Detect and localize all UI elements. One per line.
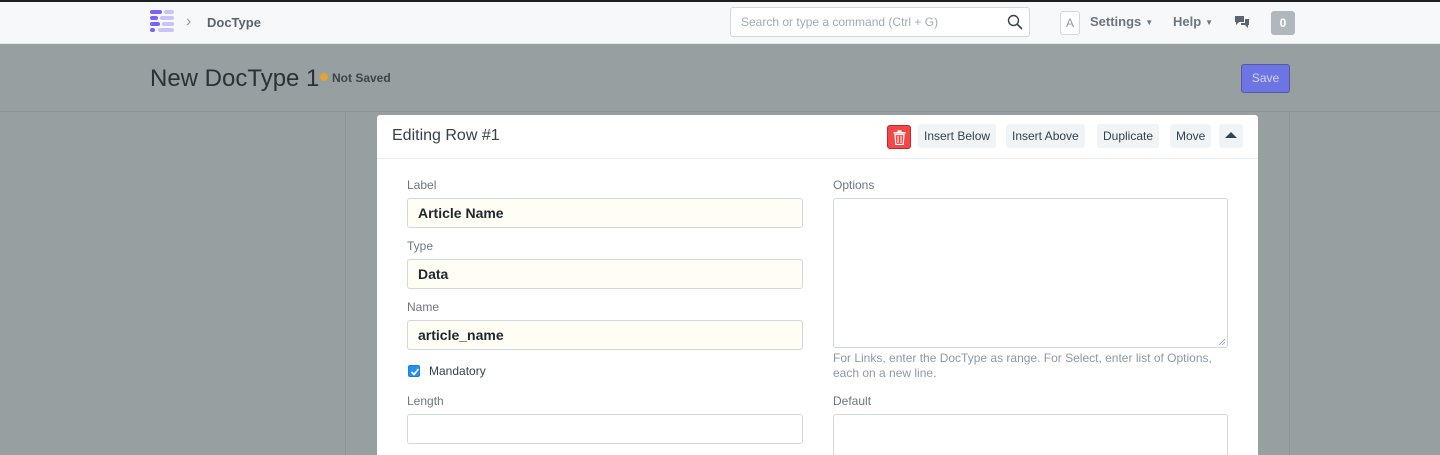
type-field-label: Type xyxy=(407,239,434,253)
layout-divider-left xyxy=(345,112,346,455)
options-field-label: Options xyxy=(833,178,875,192)
delete-row-button[interactable] xyxy=(887,125,911,149)
breadcrumb-doctype[interactable]: DocType xyxy=(207,15,261,30)
mandatory-checkbox[interactable] xyxy=(408,365,420,377)
status-indicator: Not Saved xyxy=(320,71,391,85)
trash-icon xyxy=(893,130,906,145)
length-input[interactable] xyxy=(407,414,803,444)
status-text: Not Saved xyxy=(332,71,391,85)
status-dot-icon xyxy=(320,73,328,81)
search-input[interactable] xyxy=(731,8,1001,36)
save-button[interactable]: Save xyxy=(1241,64,1290,93)
collapse-button[interactable] xyxy=(1219,124,1243,148)
mandatory-label[interactable]: Mandatory xyxy=(429,364,486,378)
chat-icon[interactable] xyxy=(1234,14,1250,30)
settings-menu-label: Settings xyxy=(1090,14,1142,29)
page-title: New DocType 1 xyxy=(150,65,320,92)
caret-down-icon: ▼ xyxy=(1145,18,1154,28)
row-editor-panel: Editing Row #1 Insert Below Insert Above… xyxy=(377,115,1258,455)
chevron-right-icon: › xyxy=(186,13,192,30)
length-field-label: Length xyxy=(407,394,444,408)
awesomebar[interactable] xyxy=(730,7,1030,37)
default-field-label: Default xyxy=(833,394,872,408)
collapse-up-icon xyxy=(1225,132,1237,138)
page-head: New DocType 1 Not Saved Save xyxy=(0,45,1440,112)
options-help-text: For Links, enter the DocType as range. F… xyxy=(833,351,1212,380)
label-input[interactable]: Article Name xyxy=(407,198,803,228)
help-menu[interactable]: Help ▼ xyxy=(1173,14,1213,29)
insert-below-button[interactable]: Insert Below xyxy=(918,124,997,148)
move-button[interactable]: Move xyxy=(1170,124,1212,148)
default-textarea[interactable] xyxy=(833,414,1228,455)
row-editor-title: Editing Row #1 xyxy=(392,127,500,144)
settings-menu[interactable]: Settings ▼ xyxy=(1090,14,1153,29)
row-editor-header: Editing Row #1 Insert Below Insert Above… xyxy=(377,115,1258,159)
options-textarea[interactable] xyxy=(833,198,1228,348)
resize-grip-icon[interactable] xyxy=(1219,339,1225,345)
avatar[interactable]: A xyxy=(1060,11,1080,35)
app-logo-icon[interactable] xyxy=(150,10,176,34)
help-menu-label: Help xyxy=(1173,14,1202,29)
label-field-label: Label xyxy=(407,178,437,192)
layout-divider-right xyxy=(1289,112,1290,455)
insert-above-button[interactable]: Insert Above xyxy=(1006,124,1085,148)
name-input[interactable]: article_name xyxy=(407,320,803,350)
checkmark-icon xyxy=(410,368,420,376)
search-icon[interactable] xyxy=(1007,14,1023,30)
caret-down-icon: ▼ xyxy=(1205,18,1214,28)
type-select[interactable]: Data xyxy=(407,259,803,289)
navbar: › DocType A Settings▼ Help▼ 0 xyxy=(0,2,1440,44)
name-field-label: Name xyxy=(407,300,440,314)
notifications-badge[interactable]: 0 xyxy=(1271,11,1295,35)
duplicate-button[interactable]: Duplicate xyxy=(1097,124,1160,148)
